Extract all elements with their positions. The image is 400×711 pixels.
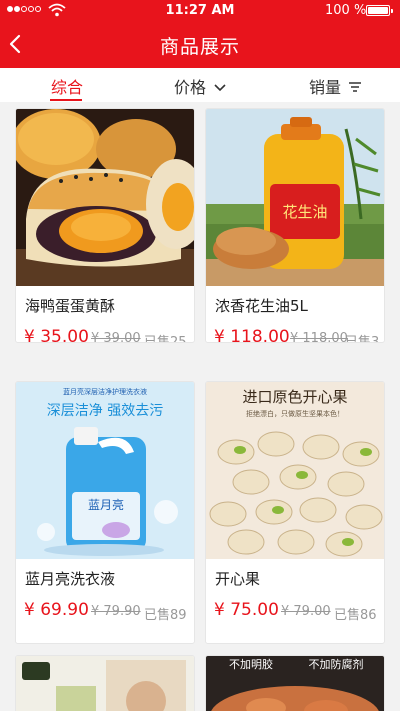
app-header: 11:27 AM 100 % 商品展示 <box>0 0 400 68</box>
product-card[interactable]: 海鸭蛋蛋黄酥 ¥ 35.00 ¥ 39.00 已售25 <box>15 108 195 343</box>
product-image: 蓝月亮深层洁净护理洗衣液 深层洁净 强效去污 蓝月亮 <box>16 382 194 559</box>
product-original-price: ¥ 39.00 <box>91 331 141 343</box>
product-card[interactable] <box>15 655 195 711</box>
product-image: 进口原色开心果 拒绝漂白，只做原生坚果本色！ <box>206 382 384 559</box>
product-name: 蓝月亮洗衣液 <box>25 570 116 588</box>
tab-comprehensive[interactable]: 综合 <box>51 74 83 98</box>
status-bar: 11:27 AM 100 % <box>0 0 400 22</box>
product-price: ¥ 118.00 <box>214 327 290 343</box>
product-name: 开心果 <box>215 570 261 588</box>
product-price: ¥ 69.90 <box>24 600 89 620</box>
product-sold-count: 已售86 <box>334 608 377 623</box>
sort-filter-icon <box>349 82 362 92</box>
product-sold-count: 已售89 <box>144 608 187 623</box>
product-card[interactable]: 蓝月亮深层洁净护理洗衣液 深层洁净 强效去污 蓝月亮 蓝月亮洗衣液 ¥ 69.9… <box>15 381 195 644</box>
tab-price-label: 价格 <box>174 78 207 97</box>
tab-price[interactable]: 价格 <box>174 74 227 98</box>
banner-text-a: 不加明胶 <box>229 657 273 671</box>
product-image: 不加明胶 不加防腐剂 <box>206 656 384 711</box>
product-sold-count: 已售25 <box>144 335 187 343</box>
pistachio-subtitle-text: 拒绝漂白，只做原生坚果本色！ <box>246 409 344 418</box>
chevron-down-icon <box>214 84 226 92</box>
pistachio-title-text: 进口原色开心果 <box>242 388 347 406</box>
product-image <box>16 656 194 711</box>
battery-percent: 100 % <box>325 3 367 18</box>
product-card[interactable]: 进口原色开心果 拒绝漂白，只做原生坚果本色！ 开心果 ¥ 75.00 ¥ 79.… <box>205 381 385 644</box>
page-title: 商品展示 <box>159 36 240 58</box>
product-price: ¥ 35.00 <box>24 327 89 343</box>
tab-sales-label: 销量 <box>309 78 342 97</box>
product-original-price: ¥ 79.00 <box>281 604 331 619</box>
product-original-price: ¥ 118.00 <box>290 331 348 343</box>
nav-bar: 商品展示 <box>0 22 400 68</box>
filter-bar: 综合 价格 销量 <box>0 68 400 102</box>
product-image <box>16 109 194 286</box>
oil-label-text: 花生油 <box>282 203 327 221</box>
product-card[interactable]: 花生油 浓香花生油5L ¥ 118.00 ¥ 118.00 已售3 <box>205 108 385 343</box>
product-sold-count: 已售3 <box>345 335 380 343</box>
product-name: 海鸭蛋蛋黄酥 <box>25 297 116 315</box>
product-name: 浓香花生油5L <box>215 297 308 315</box>
battery-icon <box>366 5 393 16</box>
detergent-banner-text: 深层洁净 强效去污 <box>47 403 163 419</box>
product-card[interactable]: 不加明胶 不加防腐剂 <box>205 655 385 711</box>
active-tab-indicator <box>50 99 82 101</box>
detergent-top-text: 蓝月亮深层洁净护理洗衣液 <box>63 387 147 396</box>
product-price: ¥ 75.00 <box>214 600 279 620</box>
banner-text-b: 不加防腐剂 <box>309 657 364 671</box>
product-original-price: ¥ 79.90 <box>91 604 141 619</box>
detergent-brand-text: 蓝月亮 <box>88 497 124 512</box>
tab-sales[interactable]: 销量 <box>309 74 362 98</box>
product-image: 花生油 <box>206 109 384 286</box>
